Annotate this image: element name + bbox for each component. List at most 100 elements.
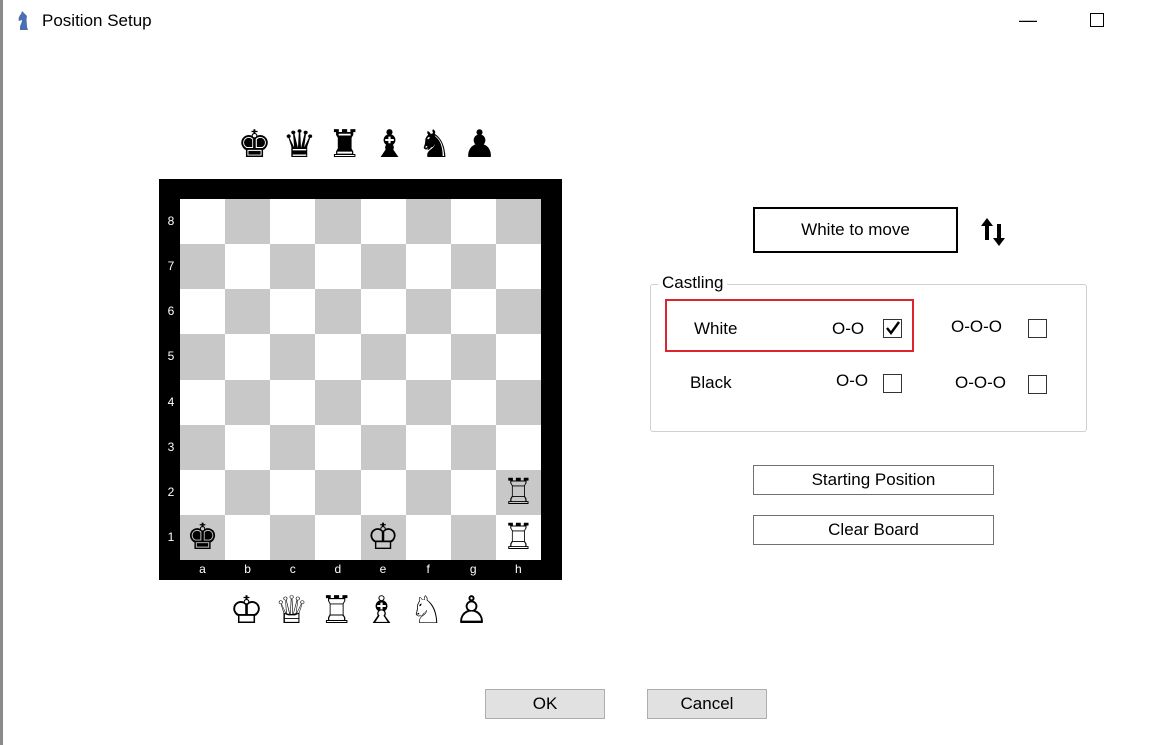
white-rook[interactable]: ♖	[496, 470, 541, 515]
square-d8[interactable]	[315, 199, 361, 245]
square-a5[interactable]	[180, 334, 226, 380]
square-e2[interactable]	[360, 469, 406, 515]
white-queenside-checkbox[interactable]	[1028, 319, 1047, 338]
square-g5[interactable]	[450, 334, 496, 380]
square-c1[interactable]	[270, 514, 316, 560]
square-f3[interactable]	[405, 424, 451, 470]
black-pawn-palette-piece[interactable]: ♟	[457, 122, 502, 166]
square-a6[interactable]	[180, 289, 226, 335]
square-g6[interactable]	[450, 289, 496, 335]
black-king[interactable]: ♚	[180, 515, 225, 560]
square-d4[interactable]	[315, 379, 361, 425]
square-f4[interactable]	[405, 379, 451, 425]
square-e5[interactable]	[360, 334, 406, 380]
square-g2[interactable]	[450, 469, 496, 515]
cancel-button[interactable]: Cancel	[647, 689, 767, 719]
black-queenside-checkbox[interactable]	[1028, 375, 1047, 394]
square-h6[interactable]	[495, 289, 541, 335]
window-title: Position Setup	[42, 11, 152, 30]
square-b1[interactable]	[225, 514, 271, 560]
square-a1[interactable]: ♚	[180, 514, 226, 560]
castling-legend: Castling	[658, 273, 728, 293]
black-king-palette-piece[interactable]: ♚	[232, 122, 277, 166]
file-label-f: f	[426, 562, 430, 576]
ok-button[interactable]: OK	[485, 689, 605, 719]
chess-board[interactable]: ♖ ♚ ♔ ♖	[180, 199, 541, 560]
white-knight-palette-piece[interactable]: ♘	[404, 588, 449, 632]
square-b4[interactable]	[225, 379, 271, 425]
white-bishop-palette-piece[interactable]: ♗	[359, 588, 404, 632]
black-queen-palette-piece[interactable]: ♛	[277, 122, 322, 166]
white-rook-palette-piece[interactable]: ♖	[314, 588, 359, 632]
white-kingside-checkbox[interactable]	[883, 319, 902, 338]
square-e3[interactable]	[360, 424, 406, 470]
square-h1[interactable]: ♖	[495, 514, 541, 560]
square-d1[interactable]	[315, 514, 361, 560]
square-f1[interactable]	[405, 514, 451, 560]
black-bishop-palette-piece[interactable]: ♝	[367, 122, 412, 166]
minimize-button[interactable]: —	[1005, 4, 1051, 36]
square-e4[interactable]	[360, 379, 406, 425]
square-d6[interactable]	[315, 289, 361, 335]
square-f2[interactable]	[405, 469, 451, 515]
square-a4[interactable]	[180, 379, 226, 425]
file-label-e: e	[379, 562, 387, 576]
starting-position-button[interactable]: Starting Position	[753, 465, 994, 495]
square-a8[interactable]	[180, 199, 226, 245]
square-h8[interactable]	[495, 199, 541, 245]
square-f5[interactable]	[405, 334, 451, 380]
square-f7[interactable]	[405, 244, 451, 290]
square-d7[interactable]	[315, 244, 361, 290]
square-h7[interactable]	[495, 244, 541, 290]
square-g1[interactable]	[450, 514, 496, 560]
square-c2[interactable]	[270, 469, 316, 515]
black-rook-palette-piece[interactable]: ♜	[322, 122, 367, 166]
side-to-move-button[interactable]: White to move	[753, 207, 958, 253]
square-g3[interactable]	[450, 424, 496, 470]
white-pawn-palette-piece[interactable]: ♙	[449, 588, 494, 632]
square-g7[interactable]	[450, 244, 496, 290]
square-e8[interactable]	[360, 199, 406, 245]
square-c3[interactable]	[270, 424, 316, 470]
square-b7[interactable]	[225, 244, 271, 290]
black-knight-palette-piece[interactable]: ♞	[412, 122, 457, 166]
square-g8[interactable]	[450, 199, 496, 245]
square-h5[interactable]	[495, 334, 541, 380]
square-h4[interactable]	[495, 379, 541, 425]
square-e7[interactable]	[360, 244, 406, 290]
square-b5[interactable]	[225, 334, 271, 380]
maximize-button[interactable]	[1074, 4, 1120, 36]
white-rook[interactable]: ♖	[496, 515, 541, 560]
square-e1[interactable]: ♔	[360, 514, 406, 560]
square-c8[interactable]	[270, 199, 316, 245]
square-c5[interactable]	[270, 334, 316, 380]
square-b3[interactable]	[225, 424, 271, 470]
square-e6[interactable]	[360, 289, 406, 335]
white-king[interactable]: ♔	[361, 515, 406, 560]
square-c4[interactable]	[270, 379, 316, 425]
file-label-b: b	[244, 562, 251, 576]
black-kingside-checkbox[interactable]	[883, 374, 902, 393]
white-king-palette-piece[interactable]: ♔	[224, 588, 269, 632]
swap-arrows-icon[interactable]	[979, 216, 1007, 248]
square-g4[interactable]	[450, 379, 496, 425]
square-d3[interactable]	[315, 424, 361, 470]
square-f6[interactable]	[405, 289, 451, 335]
square-c6[interactable]	[270, 289, 316, 335]
white-queen-palette-piece[interactable]: ♕	[269, 588, 314, 632]
square-a2[interactable]	[180, 469, 226, 515]
square-a3[interactable]	[180, 424, 226, 470]
square-b6[interactable]	[225, 289, 271, 335]
square-h3[interactable]	[495, 424, 541, 470]
square-a7[interactable]	[180, 244, 226, 290]
square-f8[interactable]	[405, 199, 451, 245]
square-d5[interactable]	[315, 334, 361, 380]
square-c7[interactable]	[270, 244, 316, 290]
white-piece-palette: ♔ ♕ ♖ ♗ ♘ ♙	[224, 588, 494, 632]
square-d2[interactable]	[315, 469, 361, 515]
square-b8[interactable]	[225, 199, 271, 245]
clear-board-button[interactable]: Clear Board	[753, 515, 994, 545]
square-h2[interactable]: ♖	[495, 469, 541, 515]
castling-white-label: White	[694, 319, 738, 338]
square-b2[interactable]	[225, 469, 271, 515]
